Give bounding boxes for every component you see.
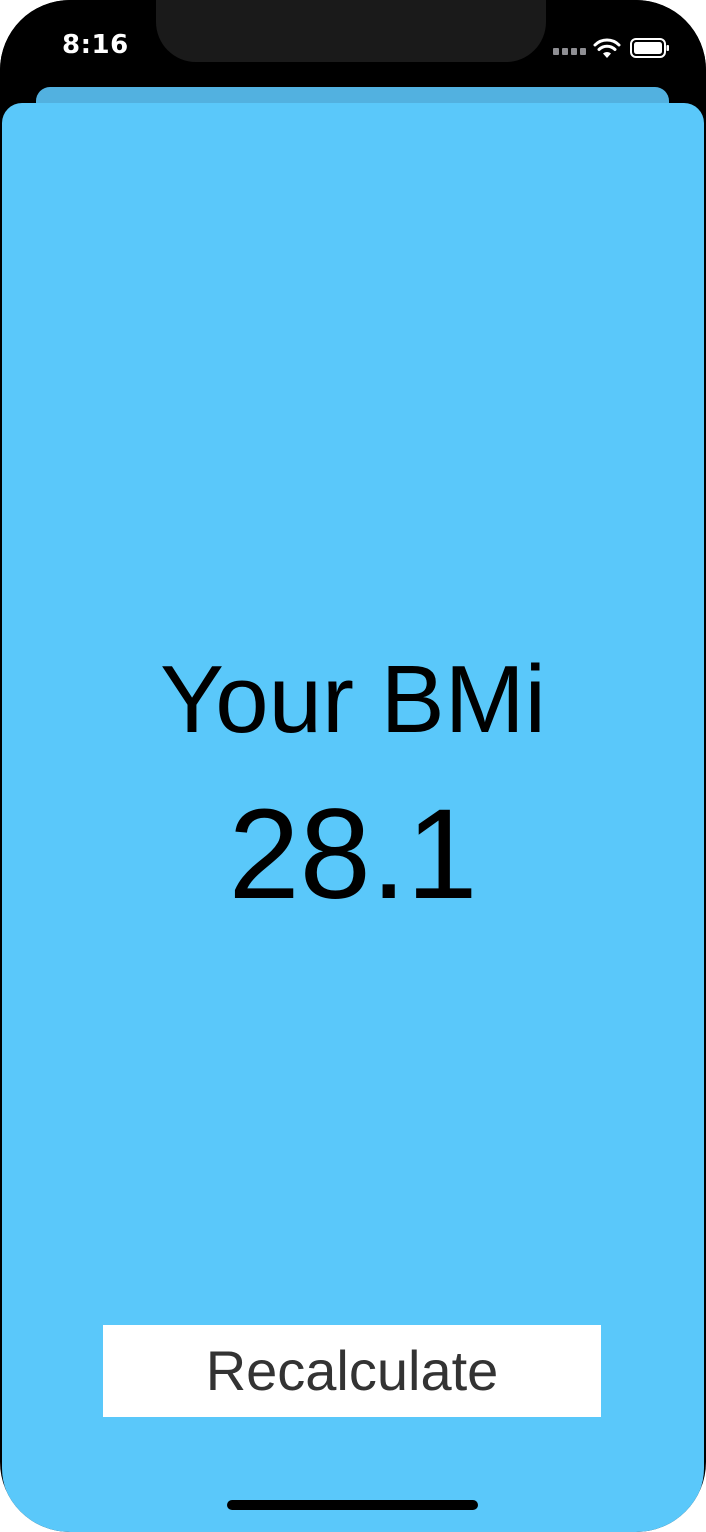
recalculate-button[interactable]: Recalculate <box>103 1325 601 1417</box>
status-bar: 8:16 <box>0 0 706 100</box>
device-notch <box>156 0 546 62</box>
phone-screen: 8:16 Your BMi 28.1 Recalculate <box>0 0 706 1532</box>
result-title: Your BMi <box>160 646 546 753</box>
cellular-signal-icon <box>553 48 586 55</box>
battery-icon <box>630 38 669 58</box>
home-indicator[interactable] <box>227 1500 478 1510</box>
status-time: 8:16 <box>62 30 129 60</box>
wifi-icon <box>593 38 621 58</box>
bmi-value: 28.1 <box>228 783 478 926</box>
